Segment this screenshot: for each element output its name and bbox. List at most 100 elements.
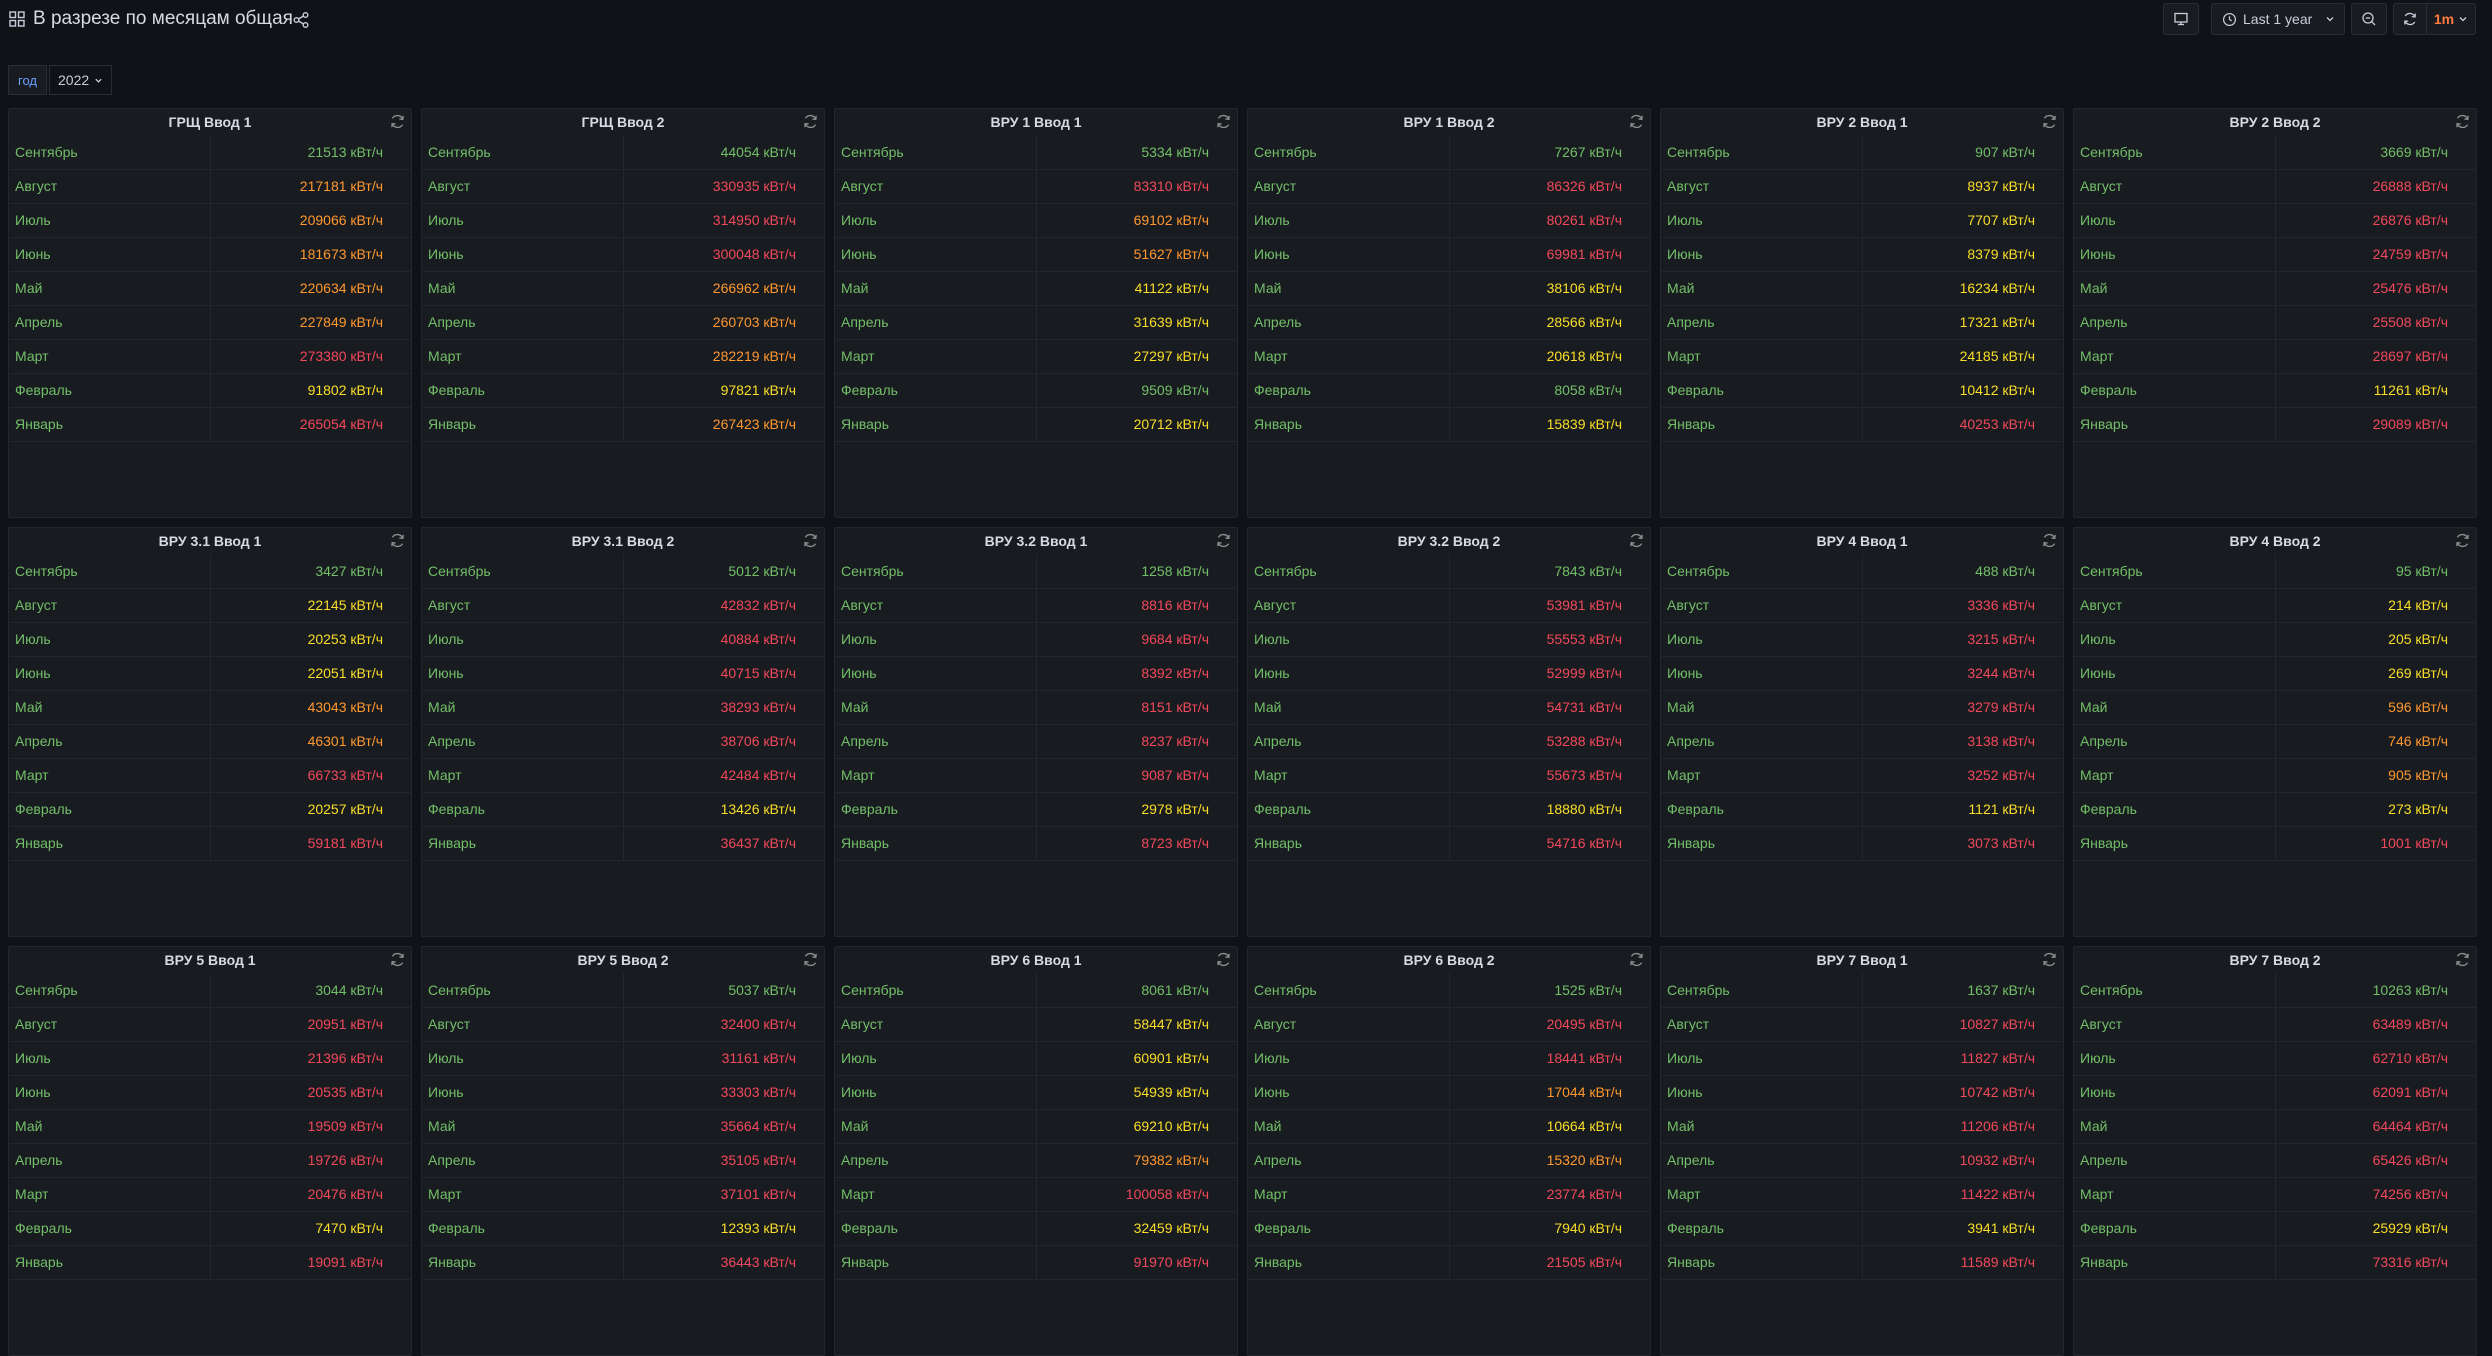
panel-header[interactable]: ВРУ 6 Ввод 1 [835,947,1237,973]
table-row: Февраль 3941 кВт/ч [1661,1211,2063,1246]
value-cell: 8392 кВт/ч [1036,656,1237,691]
month-cell: Январь [1661,407,1863,442]
panel-refresh-icon[interactable] [389,532,406,549]
panel-refresh-icon[interactable] [2041,113,2058,130]
panel-header[interactable]: ВРУ 7 Ввод 2 [2074,947,2476,973]
panel-title[interactable]: ВРУ 3.2 Ввод 1 [835,533,1237,549]
value-cell: 11589 кВт/ч [1862,1245,2063,1280]
value-cell: 79382 кВт/ч [1036,1143,1237,1178]
panel-title[interactable]: ВРУ 7 Ввод 2 [2074,952,2476,968]
panel-refresh-icon[interactable] [802,532,819,549]
panel-refresh-icon[interactable] [2454,951,2471,968]
panel-title[interactable]: ВРУ 4 Ввод 2 [2074,533,2476,549]
time-range-label: Last 1 year [2243,11,2313,27]
panel-title[interactable]: ВРУ 6 Ввод 1 [835,952,1237,968]
refresh-interval-picker[interactable]: 1m [2426,3,2476,35]
panel-header[interactable]: ВРУ 4 Ввод 1 [1661,528,2063,554]
table-row: Сентябрь 21513 кВт/ч [9,135,411,170]
value-cell: 54716 кВт/ч [1449,826,1650,861]
month-cell: Июль [835,203,1037,238]
panel-header[interactable]: ГРЩ Ввод 2 [422,109,824,135]
panel-refresh-icon[interactable] [802,951,819,968]
panel-header[interactable]: ВРУ 5 Ввод 1 [9,947,411,973]
panel-header[interactable]: ВРУ 3.1 Ввод 1 [9,528,411,554]
panel-title[interactable]: ВРУ 6 Ввод 2 [1248,952,1650,968]
panel-header[interactable]: ВРУ 3.2 Ввод 1 [835,528,1237,554]
panel-refresh-icon[interactable] [2454,113,2471,130]
panel-title[interactable]: ВРУ 2 Ввод 2 [2074,114,2476,130]
panel-table: Сентябрь 3669 кВт/ч Август 26888 кВт/ч Июль 2… [2074,135,2476,442]
time-range-picker[interactable]: Last 1 year [2211,3,2345,35]
panel-title[interactable]: ВРУ 2 Ввод 1 [1661,114,2063,130]
table-row: Апрель 227849 кВт/ч [9,305,411,340]
table-row: Июль 3215 кВт/ч [1661,622,2063,657]
panel-header[interactable]: ВРУ 1 Ввод 2 [1248,109,1650,135]
panel-refresh-icon[interactable] [389,951,406,968]
tv-mode-button[interactable] [2163,3,2199,35]
panel-header[interactable]: ВРУ 7 Ввод 1 [1661,947,2063,973]
panel-title[interactable]: ВРУ 1 Ввод 2 [1248,114,1650,130]
panel-refresh-icon[interactable] [1628,113,1645,130]
panel-refresh-icon[interactable] [1215,532,1232,549]
panel: ВРУ 5 Ввод 1 Сентябрь 3044 кВт/ч Август 2095… [8,946,412,1356]
dashboards-grid-icon[interactable] [9,11,25,27]
panel-header[interactable]: ВРУ 3.2 Ввод 2 [1248,528,1650,554]
panel: ВРУ 7 Ввод 2 Сентябрь 10263 кВт/ч Август 634… [2073,946,2477,1356]
value-cell: 69981 кВт/ч [1449,237,1650,272]
panel-header[interactable]: ГРЩ Ввод 1 [9,109,411,135]
refresh-button[interactable] [2393,3,2427,35]
value-cell: 41122 кВт/ч [1036,271,1237,306]
panel-title[interactable]: ГРЩ Ввод 2 [422,114,824,130]
table-row: Август 42832 кВт/ч [422,588,824,623]
panel-title[interactable]: ВРУ 3.2 Ввод 2 [1248,533,1650,549]
panel: ВРУ 7 Ввод 1 Сентябрь 1637 кВт/ч Август 1082… [1660,946,2064,1356]
value-cell: 21513 кВт/ч [210,135,411,170]
panel-title[interactable]: ВРУ 4 Ввод 1 [1661,533,2063,549]
panel-title[interactable]: ВРУ 3.1 Ввод 2 [422,533,824,549]
table-row: Сентябрь 3427 кВт/ч [9,554,411,589]
panel-refresh-icon[interactable] [2041,951,2058,968]
panel-title[interactable]: ГРЩ Ввод 1 [9,114,411,130]
dashboard-title[interactable]: В разрезе по месяцам общая [33,8,293,30]
year-variable-select[interactable]: 2022 [49,65,113,95]
value-cell: 9509 кВт/ч [1036,373,1237,408]
value-cell: 7843 кВт/ч [1449,554,1650,589]
panel-refresh-icon[interactable] [389,113,406,130]
panel-refresh-icon[interactable] [1215,113,1232,130]
panel-header[interactable]: ВРУ 3.1 Ввод 2 [422,528,824,554]
panel-refresh-icon[interactable] [802,113,819,130]
panel-header[interactable]: ВРУ 2 Ввод 1 [1661,109,2063,135]
month-cell: Август [422,169,624,204]
value-cell: 8061 кВт/ч [1036,973,1237,1008]
panel-header[interactable]: ВРУ 6 Ввод 2 [1248,947,1650,973]
panel-title[interactable]: ВРУ 5 Ввод 2 [422,952,824,968]
value-cell: 488 кВт/ч [1862,554,2063,589]
panel: ГРЩ Ввод 1 Сентябрь 21513 кВт/ч Август 21718… [8,108,412,518]
panel-refresh-icon[interactable] [2041,532,2058,549]
month-cell: Январь [1248,1245,1450,1280]
month-cell: Май [9,1109,211,1144]
panel-header[interactable]: ВРУ 4 Ввод 2 [2074,528,2476,554]
panel-refresh-icon[interactable] [1628,532,1645,549]
panel-title[interactable]: ВРУ 5 Ввод 1 [9,952,411,968]
panel-title[interactable]: ВРУ 3.1 Ввод 1 [9,533,411,549]
panel-title[interactable]: ВРУ 1 Ввод 1 [835,114,1237,130]
panel-title[interactable]: ВРУ 7 Ввод 1 [1661,952,2063,968]
table-row: Май 11206 кВт/ч [1661,1109,2063,1144]
panel-header[interactable]: ВРУ 5 Ввод 2 [422,947,824,973]
panel-refresh-icon[interactable] [1215,951,1232,968]
value-cell: 3669 кВт/ч [2275,135,2476,170]
panel-refresh-icon[interactable] [1628,951,1645,968]
table-row: Апрель 25508 кВт/ч [2074,305,2476,340]
month-cell: Август [835,588,1037,623]
panel-refresh-icon[interactable] [2454,532,2471,549]
value-cell: 55673 кВт/ч [1449,758,1650,793]
share-icon[interactable] [292,11,310,29]
panel-header[interactable]: ВРУ 1 Ввод 1 [835,109,1237,135]
zoom-out-button[interactable] [2351,3,2387,35]
month-cell: Март [422,339,624,374]
month-cell: Январь [835,826,1037,861]
panel-header[interactable]: ВРУ 2 Ввод 2 [2074,109,2476,135]
value-cell: 300048 кВт/ч [623,237,824,272]
month-cell: Февраль [2074,792,2276,827]
